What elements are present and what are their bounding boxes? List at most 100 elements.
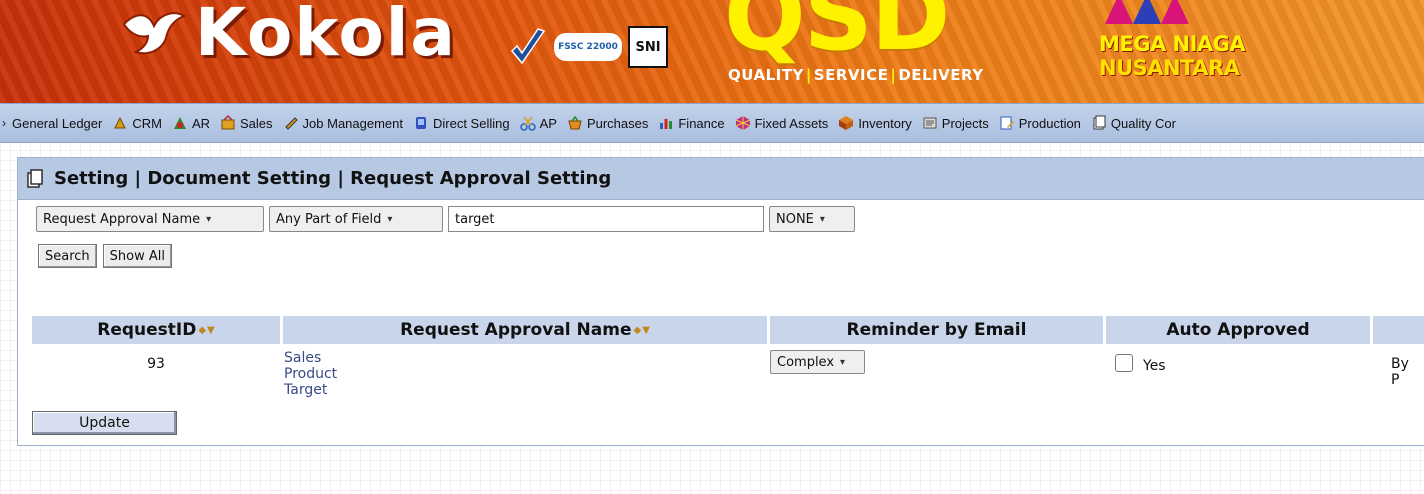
sort-desc-icon[interactable]: ▼ — [642, 325, 650, 336]
reminder-select-value: Complex — [777, 354, 835, 370]
menu-item-label: AR — [191, 115, 211, 131]
menu-item-label: General Ledger — [12, 115, 103, 131]
tagline-service: SERVICE — [813, 66, 889, 84]
menu-item-ar[interactable]: AR — [168, 104, 216, 142]
brand-logo: Kokola — [195, 0, 457, 71]
menu-item-ap[interactable]: AP — [516, 104, 563, 142]
chevron-down-icon: ▾ — [206, 213, 212, 225]
menu-item-purchases[interactable]: Purchases — [563, 104, 654, 142]
menu-item-fixed-assets[interactable]: Fixed Assets — [731, 104, 835, 142]
menu-item-job-management[interactable]: Job Management — [279, 104, 409, 142]
column-extra — [1373, 316, 1424, 344]
sort-icons: ◆ ▼ — [633, 325, 649, 336]
inventory-icon — [839, 116, 854, 130]
ar-icon — [173, 117, 186, 129]
column-auto-approved: Auto Approved — [1106, 316, 1370, 344]
auto-approved-cell: Yes — [1115, 352, 1166, 374]
column-label: Reminder by Email — [846, 320, 1027, 340]
page-title: Setting | Document Setting | Request App… — [54, 168, 612, 189]
production-icon — [1000, 116, 1014, 130]
menu-item-label: Purchases — [586, 115, 649, 131]
sort-asc-icon[interactable]: ◆ — [633, 325, 641, 336]
table-header: RequestID ◆ ▼ Request Approval Name ◆ ▼ Re… — [32, 316, 1424, 344]
sales-icon — [221, 115, 235, 130]
column-label: Auto Approved — [1166, 320, 1310, 340]
column-label: RequestID — [97, 320, 197, 340]
menu-item-sales[interactable]: Sales — [216, 104, 279, 142]
direct-selling-icon — [416, 117, 426, 129]
menu-item-projects[interactable]: Projects — [918, 104, 995, 142]
menu-item-label: AP — [539, 115, 557, 131]
chevron-down-icon: ▾ — [840, 356, 846, 368]
filter-row: Request Approval Name ▾ Any Part of Fiel… — [36, 206, 855, 232]
request-name-link[interactable]: Sales Product Target — [284, 350, 337, 398]
menu-item-label: Fixed Assets — [754, 115, 829, 131]
sort-asc-icon[interactable]: ◆ — [198, 325, 206, 336]
arrow-icon: › — [2, 116, 6, 130]
column-request-approval-name[interactable]: Request Approval Name ◆ ▼ — [283, 316, 767, 344]
tagline-separator: | — [805, 66, 812, 84]
match-select-value: Any Part of Field — [276, 211, 382, 227]
column-label: Request Approval Name — [400, 320, 632, 340]
menu-item-label: Job Management — [302, 115, 403, 131]
sort-desc-icon[interactable]: ▼ — [207, 325, 215, 336]
menu-item-finance[interactable]: Finance — [654, 104, 730, 142]
chevron-down-icon: ▾ — [819, 213, 825, 225]
menu-item-label: Sales — [240, 115, 273, 131]
mega-line2: NUSANTARA — [1099, 56, 1240, 80]
tagline-separator: | — [890, 66, 897, 84]
tagline-delivery: DELIVERY — [898, 66, 984, 84]
mega-niaga-text: MEGA NIAGA NUSANTARA — [1099, 32, 1246, 80]
checkmark-logo-icon — [510, 28, 546, 65]
search-input[interactable]: target — [448, 206, 764, 232]
sni-badge: SNI — [628, 26, 668, 68]
mega-line1: MEGA NIAGA — [1099, 32, 1246, 56]
search-button[interactable]: Search — [38, 244, 97, 268]
qsd-tagline: QUALITY | SERVICE | DELIVERY — [728, 66, 984, 84]
auto-approved-label: Yes — [1143, 358, 1166, 374]
fssc-badge: FSSC 22000 — [554, 33, 622, 61]
ap-icon — [519, 116, 536, 131]
sort-icons: ◆ ▼ — [198, 325, 214, 336]
job-icon — [284, 117, 298, 130]
menu-item-label: Direct Selling — [433, 115, 510, 131]
menu-item-label: Inventory — [858, 115, 912, 131]
menu-item-general-ledger[interactable]: › General Ledger — [0, 104, 108, 142]
qsd-logo: QSD — [724, 0, 950, 72]
menu-item-crm[interactable]: CRM — [108, 104, 168, 142]
menu-item-label: Finance — [678, 115, 725, 131]
tagline-quality: QUALITY — [728, 66, 804, 84]
column-request-id[interactable]: RequestID ◆ ▼ — [32, 316, 280, 344]
menu-item-label: CRM — [132, 115, 162, 131]
quality-icon — [1093, 115, 1106, 130]
menu-item-production[interactable]: Production — [995, 104, 1087, 142]
bird-logo-icon — [122, 12, 187, 55]
menu-item-direct-selling[interactable]: Direct Selling — [409, 104, 516, 142]
menu-item-label: Production — [1018, 115, 1081, 131]
field-select[interactable]: Request Approval Name ▾ — [36, 206, 264, 232]
show-all-button[interactable]: Show All — [102, 244, 172, 268]
search-buttons: Search Show All — [38, 244, 172, 268]
extra-select-value: NONE — [776, 211, 814, 227]
panel-header: Setting | Document Setting | Request App… — [18, 158, 1424, 200]
mega-logo-icon — [1105, 0, 1189, 24]
update-button[interactable]: Update — [32, 411, 177, 435]
extra-select[interactable]: NONE ▾ — [769, 206, 855, 232]
field-select-value: Request Approval Name — [43, 211, 201, 227]
reminder-select[interactable]: Complex ▾ — [770, 350, 865, 374]
crm-icon — [114, 116, 127, 129]
menu-item-label: Projects — [941, 115, 989, 131]
main-menu: › General Ledger CRM AR Sales Job Manage… — [0, 103, 1424, 143]
chevron-down-icon: ▾ — [387, 213, 393, 225]
menu-item-quality[interactable]: Quality Cor — [1087, 104, 1182, 142]
content-panel: Setting | Document Setting | Request App… — [17, 157, 1424, 446]
menu-item-inventory[interactable]: Inventory — [834, 104, 917, 142]
finance-icon — [660, 119, 673, 129]
reminder-select-cell: Complex ▾ — [770, 350, 865, 374]
auto-approved-checkbox[interactable] — [1115, 354, 1133, 372]
projects-icon — [923, 117, 937, 129]
extra-cell: By P — [1391, 356, 1409, 388]
menu-item-label: Quality Cor — [1110, 115, 1176, 131]
purchases-icon — [568, 115, 582, 130]
match-select[interactable]: Any Part of Field ▾ — [269, 206, 443, 232]
